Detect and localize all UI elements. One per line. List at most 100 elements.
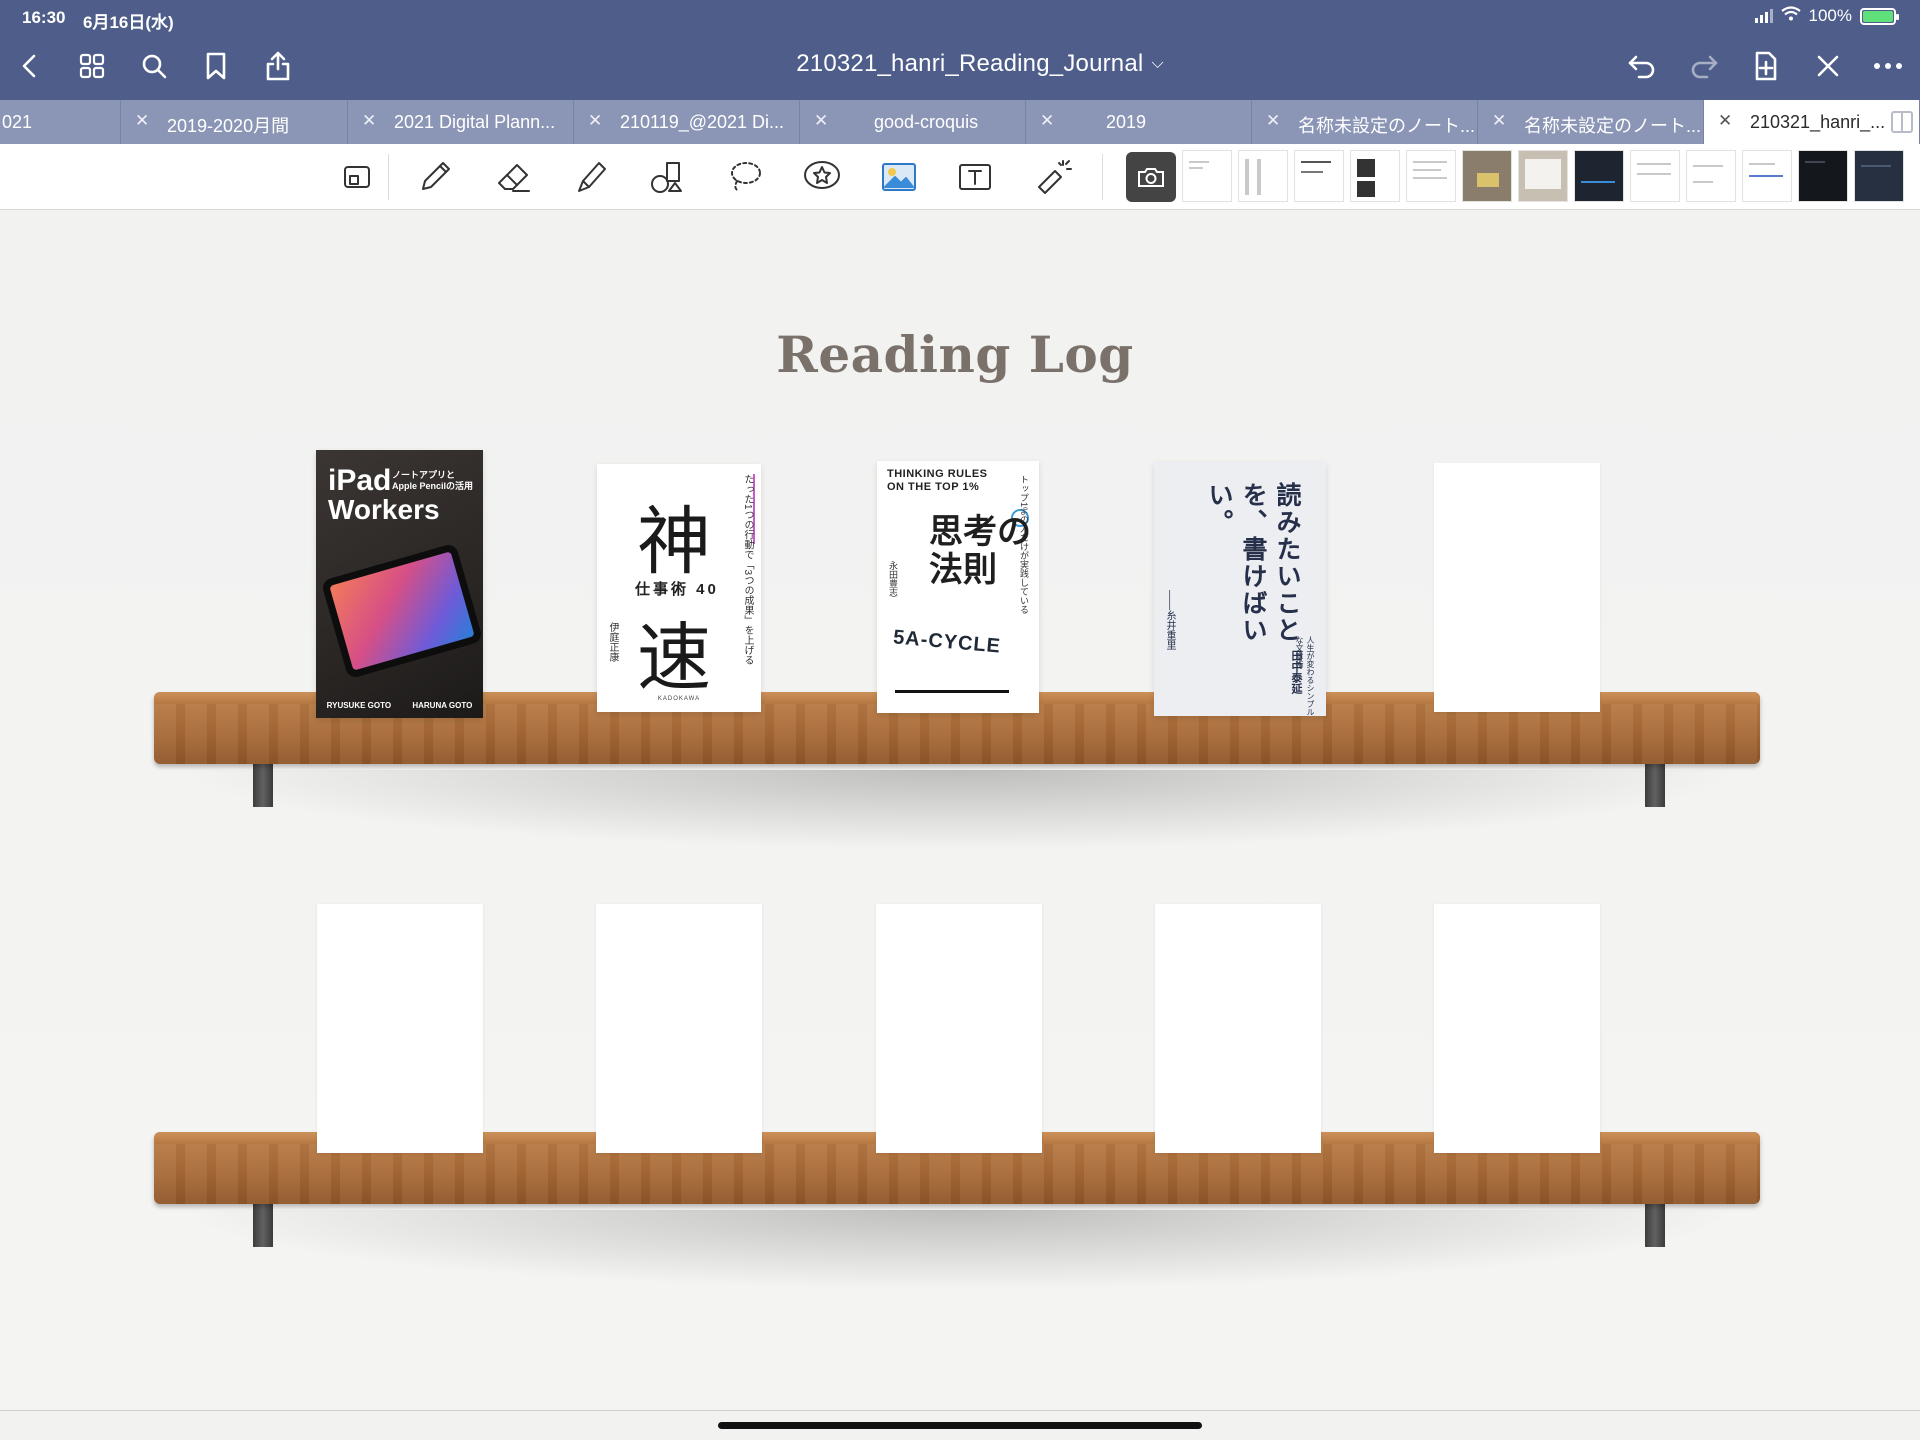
page-thumbnail[interactable]	[1630, 150, 1680, 202]
page-thumbnail[interactable]	[1238, 150, 1288, 202]
highlighter-tool[interactable]	[568, 154, 614, 200]
page-thumbnail[interactable]	[1798, 150, 1848, 202]
image-tool[interactable]	[876, 154, 922, 200]
add-page-button[interactable]	[1744, 44, 1788, 88]
pen-icon	[422, 162, 450, 190]
book-tagline: たった1つの行動で「3つの成果」を上げる	[742, 474, 753, 666]
page-thumbnail[interactable]	[1854, 150, 1904, 202]
book-english-title-line: ON THE TOP 1%	[887, 481, 980, 493]
tab-label: 名称未設定のノート...	[1524, 116, 1702, 136]
undo-icon	[1628, 55, 1655, 79]
battery-icon	[1860, 7, 1899, 25]
elements-icon	[804, 161, 840, 189]
page-thumbnail[interactable]	[1518, 150, 1568, 202]
page-thumbnail[interactable]	[1462, 150, 1512, 202]
book-cover-ipad-workers[interactable]: iPad ノートアプリと Apple Pencilの活用 Workers RYUS…	[316, 450, 483, 718]
page-thumbnail[interactable]	[1742, 150, 1792, 202]
page-title: Reading Log	[776, 325, 1134, 384]
share-icon	[266, 51, 290, 81]
text-tool[interactable]	[952, 154, 998, 200]
tab-0[interactable]: 021	[0, 100, 121, 144]
grid-view-button[interactable]	[70, 44, 114, 88]
add-page-icon	[1755, 51, 1777, 81]
page-thumbnail[interactable]	[1182, 150, 1232, 202]
read-only-mode-button[interactable]	[334, 154, 380, 200]
book-title: iPad	[328, 464, 392, 497]
tab-3[interactable]: ✕ 210119_@2021 Di...	[574, 100, 800, 144]
tab-5[interactable]: ✕ 2019	[1026, 100, 1252, 144]
close-tab-icon[interactable]: ✕	[588, 111, 602, 131]
close-tab-icon[interactable]: ✕	[362, 111, 376, 131]
close-tab-icon[interactable]: ✕	[1718, 111, 1732, 131]
split-view-icon[interactable]	[1891, 111, 1913, 133]
book-english-title-line: THINKING RULES	[887, 468, 988, 480]
empty-book-slot[interactable]	[1434, 463, 1600, 712]
close-tab-icon[interactable]: ✕	[1492, 111, 1506, 131]
page-thumbnail[interactable]	[1294, 150, 1344, 202]
tab-7[interactable]: ✕ 名称未設定のノート...	[1478, 100, 1704, 144]
home-indicator[interactable]	[718, 1422, 1202, 1429]
close-tab-icon[interactable]: ✕	[1266, 111, 1280, 131]
empty-book-slot[interactable]	[596, 904, 762, 1153]
status-date: 6月16日(水)	[83, 13, 174, 32]
pen-tool[interactable]	[412, 154, 458, 200]
empty-book-slot[interactable]	[1155, 904, 1321, 1153]
share-button[interactable]	[256, 44, 300, 88]
book-cover-shinsoku[interactable]: たった1つの行動で「3つの成果」を上げる 神 仕事術 40 速 伊庭正康 KAD…	[597, 464, 761, 712]
document-title-menu[interactable]: 210321_hanri_Reading_Journal ⌵	[760, 50, 1200, 78]
book-cycle-label: 5A-CYCLE	[892, 626, 1002, 658]
close-tab-icon[interactable]: ✕	[814, 111, 828, 131]
book-author: 永田豊志	[888, 561, 898, 597]
tab-label: good-croquis	[874, 112, 979, 132]
laser-pointer-tool[interactable]	[1030, 154, 1076, 200]
redo-icon	[1691, 55, 1718, 79]
back-button[interactable]	[8, 44, 52, 88]
more-icon	[1874, 63, 1902, 69]
page-thumbnail[interactable]	[1350, 150, 1400, 202]
book-subtitle-line: Apple Pencilの活用	[392, 481, 474, 491]
highlighter-icon	[578, 162, 606, 192]
tab-6[interactable]: ✕ 名称未設定のノート...	[1252, 100, 1478, 144]
redo-button[interactable]	[1682, 44, 1726, 88]
undo-button[interactable]	[1620, 44, 1664, 88]
bookmark-button[interactable]	[194, 44, 238, 88]
elements-tool[interactable]	[799, 154, 845, 200]
close-tab-icon[interactable]: ✕	[135, 111, 149, 131]
tab-active[interactable]: ✕ 210321_hanri_...	[1704, 100, 1920, 144]
read-only-icon	[344, 166, 370, 188]
page-thumbnail[interactable]	[1574, 150, 1624, 202]
navigation-bar: 210321_hanri_Reading_Journal ⌵	[0, 34, 1920, 100]
book-title: 速	[637, 615, 711, 701]
camera-button[interactable]	[1126, 152, 1176, 202]
shelf-bracket	[1645, 1203, 1665, 1247]
tablet-illustration	[320, 542, 483, 680]
book-title-line: 法則	[929, 550, 997, 590]
book-subtitle-line: ノートアプリと	[392, 470, 456, 480]
eraser-tool[interactable]	[490, 154, 536, 200]
empty-book-slot[interactable]	[317, 904, 483, 1153]
close-tools-button[interactable]	[1806, 44, 1850, 88]
battery-percent: 100%	[1808, 6, 1852, 25]
tab-label: 210119_@2021 Di...	[620, 112, 785, 132]
page-thumbnail-strip	[1182, 150, 1904, 204]
book-cover-yomitai[interactable]: 読みたいことを、書けばいい。 ――糸井重里 人生が変わるシンプルな文章術 田中泰…	[1154, 462, 1326, 716]
laser-pointer-icon	[1038, 160, 1072, 194]
shape-tool[interactable]	[644, 154, 690, 200]
more-button[interactable]	[1866, 44, 1910, 88]
book-cover-shikou-no-housoku[interactable]: THINKING RULES ON THE TOP 1% トップ1%の人だけが実践…	[877, 461, 1039, 713]
book-author: 伊庭正康	[607, 622, 618, 662]
book-blurb-author: ――糸井重里	[1164, 590, 1175, 650]
empty-book-slot[interactable]	[1434, 904, 1600, 1153]
empty-book-slot[interactable]	[876, 904, 1042, 1153]
page-thumbnail[interactable]	[1406, 150, 1456, 202]
shapes-icon	[651, 162, 682, 193]
page-thumbnail[interactable]	[1686, 150, 1736, 202]
cover-rule	[895, 690, 1009, 693]
search-button[interactable]	[132, 44, 176, 88]
lasso-icon	[731, 162, 761, 192]
tab-1[interactable]: ✕ 2019-2020月間	[121, 100, 348, 144]
tab-2[interactable]: ✕ 2021 Digital Plann...	[348, 100, 574, 144]
lasso-tool[interactable]	[722, 154, 768, 200]
close-tab-icon[interactable]: ✕	[1040, 111, 1054, 131]
tab-4[interactable]: ✕ good-croquis	[800, 100, 1026, 144]
